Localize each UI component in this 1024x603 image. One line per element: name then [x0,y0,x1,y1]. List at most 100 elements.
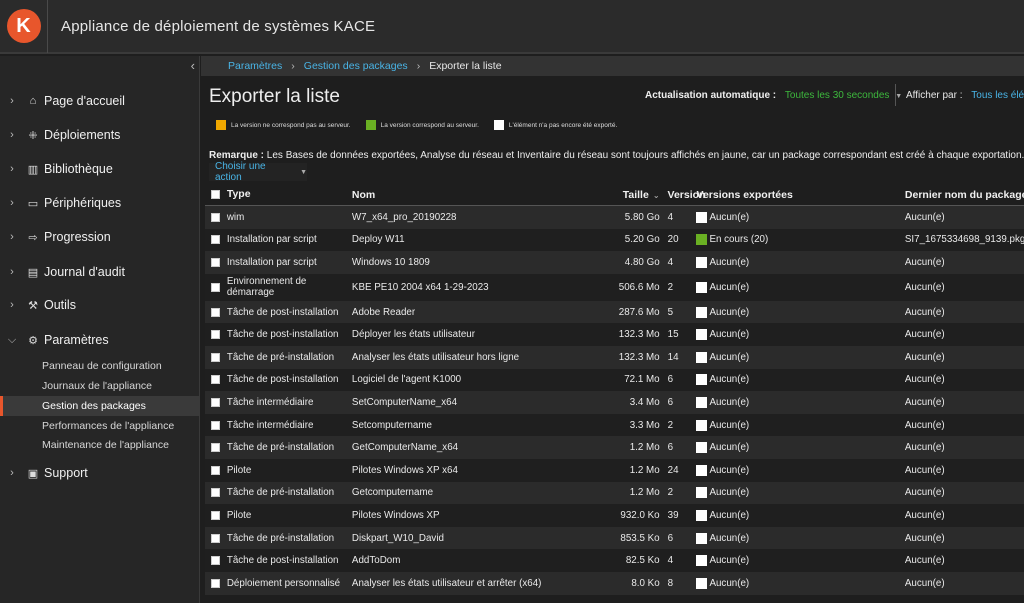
table-row[interactable]: Tâche de pré-installation Diskpart_W10_Da… [205,526,1024,550]
breadcrumb-item-package-management[interactable]: Gestion des packages [304,60,408,72]
table-row[interactable]: Tâche intermédiaire SetComputerName_x64 3.… [205,391,1024,414]
table-row[interactable]: Tâche de pré-installation Getcomputername… [205,481,1024,505]
collapse-sidebar-icon[interactable]: ‹ [191,58,195,73]
cell-last-package: Aucun(e) [904,487,945,499]
header-name[interactable]: Nom [352,189,588,201]
cell-size: 1.2 Mo [629,487,660,499]
table-row[interactable]: Tâche de pré-installation GetComputerName… [205,436,1024,459]
table-row[interactable]: Tâche de pré-installation Analyser les ét… [205,345,1024,369]
table-row[interactable]: Pilote Pilotes Windows XP x64 1.2 Mo 24 Aucu… [205,458,1024,482]
table-row[interactable]: Pilote Pilotes Windows XP 932.0 Ko 39 Aucun(… [205,504,1024,527]
show-by: Afficher par : Tous les élé [906,90,1024,101]
row-checkbox[interactable] [211,235,221,245]
chevron-right-icon[interactable]: › [2,299,22,311]
sidebar-item-label: Bibliothèque [44,162,113,176]
row-checkbox[interactable] [211,330,221,340]
kace-logo-icon[interactable]: K [6,9,41,43]
table-row[interactable]: Installation par script Deploy W11 5.20 Go… [205,228,1024,252]
table-row[interactable]: Tâche intermédiaire Setcomputername 3.3 Mo… [205,413,1024,437]
cell-last-package: Aucun(e) [904,577,945,589]
settings-subitem[interactable]: Performances de l'appliance [0,416,200,436]
settings-subitem[interactable]: Panneau de configuration [0,356,200,376]
row-checkbox[interactable] [211,420,221,430]
export-status-swatch [696,351,708,363]
table-row[interactable]: Installation par script Windows 10 1809 4.… [205,251,1024,274]
cell-exported-text: Aucun(e) [709,419,750,431]
row-checkbox[interactable] [211,510,221,520]
choose-action-dropdown[interactable]: Choisir une action ▼ [209,161,307,183]
table-row[interactable]: Tâche de post-installation Adobe Reader 28… [205,300,1024,324]
sidebar-item[interactable]: › ▣ Support [0,456,200,490]
row-checkbox[interactable] [211,488,221,498]
cell-last-package: Aucun(e) [904,396,945,408]
legend: La version ne correspond pas au serveur.… [216,120,632,130]
row-checkbox[interactable] [211,556,221,566]
chevron-right-icon[interactable]: › [2,163,22,175]
export-status-swatch [696,464,708,476]
sidebar-item[interactable]: › ▥ Bibliothèque [0,152,200,186]
row-checkbox[interactable] [211,465,221,475]
chevron-down-icon[interactable]: ▼ [300,169,307,176]
chevron-right-icon[interactable]: › [2,467,22,479]
chevron-down-icon[interactable]: ▼ [895,93,902,100]
chevron-down-icon[interactable]: ⌵ [2,334,22,347]
sidebar-item[interactable]: › ▤ Journal d'audit [0,255,200,289]
table-row[interactable]: Tâche de post-installation Déployer les é… [205,323,1024,346]
cell-type: Environnement de démarrage [226,276,307,299]
settings-subitem[interactable]: Journaux de l'appliance [0,376,200,396]
choose-action-label[interactable]: Choisir une action [215,161,294,183]
cell-exported-text: Aucun(e) [709,329,750,341]
settings-subitem[interactable]: Maintenance de l'appliance [0,435,200,455]
header-exported-versions[interactable]: Versions exportées [695,189,905,201]
export-status-swatch [696,211,708,223]
show-by-select[interactable]: Tous les élé [971,90,1024,101]
select-all-checkbox[interactable] [211,190,221,199]
header-last-package-name[interactable]: Dernier nom du package [905,189,1024,201]
cell-exported: Aucun(e) [694,256,904,268]
sidebar-item[interactable]: › ⇨ Progression [0,220,200,254]
sidebar-item[interactable]: › ▭ Périphériques [0,186,200,220]
row-checkbox-cell [205,212,227,222]
row-checkbox[interactable] [211,533,221,543]
row-checkbox[interactable] [211,443,221,453]
chevron-right-icon[interactable]: › [2,95,22,107]
table-row[interactable]: Environnement de démarrage KBE PE10 2004 … [205,273,1024,301]
sidebar-item[interactable]: › ⚒ Outils [0,288,200,322]
chevron-right-icon[interactable]: › [2,266,22,278]
header-version[interactable]: Version [664,189,706,201]
row-checkbox[interactable] [211,397,221,407]
row-checkbox[interactable] [211,212,221,222]
table-row[interactable]: Déploiement personnalisé Analyser les éta… [205,571,1024,595]
cell-exported-text: Aucun(e) [709,351,750,363]
chevron-right-icon[interactable]: › [2,129,22,141]
row-checkbox[interactable] [211,282,221,292]
row-checkbox[interactable] [211,307,221,317]
auto-refresh-select[interactable]: Toutes les 30 secondes [785,90,890,101]
row-checkbox[interactable] [211,352,221,362]
sidebar-item[interactable]: › ⁜ Déploiements [0,118,200,152]
table-row[interactable]: Tâche de post-installation Logiciel de l'… [205,368,1024,392]
export-status-swatch [696,281,708,293]
row-checkbox-cell [205,488,227,498]
cell-exported-text: Aucun(e) [709,396,750,408]
sort-desc-icon[interactable]: ⌄ [653,191,660,200]
breadcrumb-item-settings[interactable]: Paramètres [228,60,282,72]
row-checkbox[interactable] [211,578,221,588]
header-type[interactable]: Type [227,189,352,200]
row-checkbox[interactable] [211,257,221,267]
header-size[interactable]: Taille ⌄ [588,189,663,201]
sidebar-item[interactable]: › ⌂ Page d'accueil [0,84,200,118]
cell-version: 2 [667,281,674,293]
sidebar-item-label: Support [44,466,88,480]
sidebar-item[interactable]: ⌵ ⚙ Paramètres [0,323,200,357]
settings-subitem[interactable]: Gestion des packages [0,396,200,416]
chevron-right-icon[interactable]: › [2,231,22,243]
header-size-label[interactable]: Taille [623,189,649,201]
logo-container[interactable]: K [0,0,48,53]
cell-exported-text: Aucun(e) [709,442,750,454]
table-row[interactable]: Tâche de post-installation AddToDom 82.5 K… [205,549,1024,572]
table-row[interactable]: wim W7_x64_pro_20190228 5.80 Go 4 Aucun(e) Au… [205,206,1024,229]
chevron-right-icon[interactable]: › [2,197,22,209]
export-status-swatch [696,234,708,246]
row-checkbox[interactable] [211,375,221,385]
